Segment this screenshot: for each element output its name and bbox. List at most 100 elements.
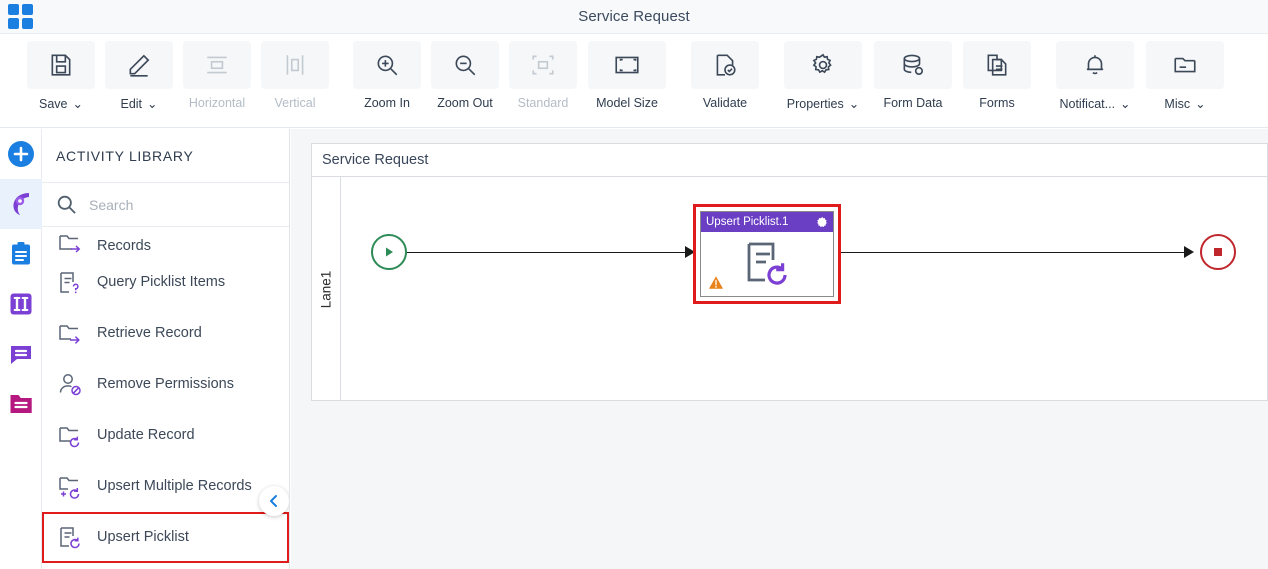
list-item-label: Remove Permissions xyxy=(97,375,234,392)
lane-header: Lane1 xyxy=(312,177,341,401)
align-horizontal-icon xyxy=(183,41,251,89)
update-record-icon xyxy=(56,423,84,449)
rail-item-tasks[interactable] xyxy=(0,229,42,279)
plus-circle-icon xyxy=(7,140,35,168)
rail-item-documents[interactable] xyxy=(0,379,42,429)
toolbar-edit-button[interactable]: Edit ⌄ xyxy=(100,38,178,124)
toolbar-save-label: Save xyxy=(39,96,68,111)
toolbar-validate-button[interactable]: Validate xyxy=(686,38,764,124)
lane-body: Upsert Picklist.1 xyxy=(341,177,1267,401)
activity-library-panel: ACTIVITY LIBRARY Records xyxy=(42,129,290,569)
gear-icon xyxy=(784,41,862,89)
lane-label-text: Lane1 xyxy=(318,270,334,308)
remove-permissions-icon xyxy=(56,372,84,398)
toolbar-standard-button[interactable]: Standard xyxy=(504,38,582,124)
toolbar-standard-label: Standard xyxy=(517,96,569,110)
list-item-remove-permissions[interactable]: Remove Permissions xyxy=(42,359,289,410)
page-title: Service Request xyxy=(578,8,690,25)
rail-item-messages[interactable] xyxy=(0,329,42,379)
zoom-in-icon xyxy=(353,41,421,89)
toolbar-forms-label: Forms xyxy=(979,96,1015,110)
edit-pencil-icon xyxy=(105,41,173,89)
toolbar-model-size-button[interactable]: Model Size xyxy=(582,38,672,124)
task-selection-border[interactable]: Upsert Picklist.1 xyxy=(693,204,841,304)
folder-icon xyxy=(8,391,34,417)
toolbar-notifications-button[interactable]: Notificat... ⌄ xyxy=(1050,38,1140,124)
list-item-records[interactable]: Records xyxy=(42,227,289,257)
toolbar-zoom-out-button[interactable]: Zoom Out xyxy=(426,38,504,124)
apps-grid-icon[interactable] xyxy=(8,4,34,30)
list-item-upsert-multiple-records[interactable]: Upsert Multiple Records xyxy=(42,461,289,512)
toolbar-horizontal-button[interactable]: Horizontal xyxy=(178,38,256,124)
stop-square-icon xyxy=(1211,245,1225,259)
save-icon xyxy=(27,41,95,89)
warning-triangle-icon xyxy=(708,275,724,291)
toolbar-notifications-label: Notificat... xyxy=(1059,96,1116,111)
process-swirl-icon xyxy=(7,190,35,218)
play-icon xyxy=(381,244,397,260)
list-item-query-picklist-items[interactable]: Query Picklist Items xyxy=(42,257,289,308)
rail-item-forms[interactable] xyxy=(0,279,42,329)
list-item-label: Retrieve Record xyxy=(97,324,202,341)
retrieve-record-icon xyxy=(56,321,84,347)
end-event[interactable] xyxy=(1200,234,1236,270)
list-item-label: Upsert Picklist xyxy=(97,528,189,545)
bell-icon xyxy=(1056,41,1134,89)
gear-icon[interactable] xyxy=(816,216,829,229)
rail-item-add[interactable] xyxy=(0,129,42,179)
task-header: Upsert Picklist.1 xyxy=(701,212,833,232)
forms-icon xyxy=(963,41,1031,89)
sequence-flow-2[interactable] xyxy=(841,252,1184,253)
rail-item-process-designer[interactable] xyxy=(0,179,42,229)
standard-size-icon xyxy=(509,41,577,89)
main-toolbar: Save ⌄ Edit ⌄ Horizontal Vertical Zoom I… xyxy=(0,34,1268,128)
columns-icon xyxy=(8,291,34,317)
list-item-upsert-picklist[interactable]: Upsert Picklist xyxy=(42,512,289,563)
list-item-retrieve-record[interactable]: Retrieve Record xyxy=(42,308,289,359)
retrieve-records-icon xyxy=(56,231,84,257)
activity-list: Records Query Picklist Items Retrieve Re… xyxy=(42,227,289,563)
zoom-out-icon xyxy=(431,41,499,89)
validate-icon xyxy=(691,41,759,89)
toolbar-zoom-in-button[interactable]: Zoom In xyxy=(348,38,426,124)
collapse-panel-button[interactable] xyxy=(259,486,289,516)
toolbar-save-button[interactable]: Save ⌄ xyxy=(22,38,100,124)
chat-icon xyxy=(8,341,34,367)
start-event[interactable] xyxy=(371,234,407,270)
toolbar-zoom-out-label: Zoom Out xyxy=(437,96,493,110)
query-picklist-icon xyxy=(56,270,84,296)
toolbar-properties-label: Properties xyxy=(786,96,844,111)
task-upsert-picklist-1[interactable]: Upsert Picklist.1 xyxy=(700,211,834,297)
chevron-down-icon: ⌄ xyxy=(147,97,158,111)
toolbar-misc-button[interactable]: Misc ⌄ xyxy=(1140,38,1230,124)
toolbar-vertical-button[interactable]: Vertical xyxy=(256,38,334,124)
toolbar-forms-button[interactable]: Forms xyxy=(958,38,1036,124)
list-item-label: Query Picklist Items xyxy=(97,273,226,290)
chevron-down-icon: ⌄ xyxy=(848,97,860,111)
model-size-icon xyxy=(588,41,666,89)
toolbar-zoom-in-label: Zoom In xyxy=(364,96,410,110)
list-item-update-record[interactable]: Update Record xyxy=(42,410,289,461)
sequence-flow-1[interactable] xyxy=(407,252,685,253)
sequence-flow-2-arrow xyxy=(1184,246,1194,258)
search-icon xyxy=(56,194,77,215)
list-item-label: Update Record xyxy=(97,426,195,443)
library-search-row[interactable] xyxy=(42,183,289,227)
list-item-label: Upsert Multiple Records xyxy=(97,477,252,494)
toolbar-form-data-label: Form Data xyxy=(883,96,943,110)
chevron-down-icon: ⌄ xyxy=(72,97,83,111)
toolbar-form-data-button[interactable]: Form Data xyxy=(868,38,958,124)
chevron-down-icon: ⌄ xyxy=(1195,97,1206,111)
search-input[interactable] xyxy=(89,196,259,213)
task-title: Upsert Picklist.1 xyxy=(706,216,789,228)
toolbar-misc-label: Misc xyxy=(1164,96,1191,111)
process-canvas[interactable]: Service Request Lane1 Upsert Picklist.1 xyxy=(291,129,1268,569)
toolbar-vertical-label: Vertical xyxy=(274,96,316,110)
title-bar: Service Request xyxy=(0,0,1268,34)
chevron-left-icon xyxy=(267,494,281,508)
task-body xyxy=(701,232,833,296)
icon-rail xyxy=(0,129,42,569)
toolbar-horizontal-label: Horizontal xyxy=(188,96,246,110)
toolbar-properties-button[interactable]: Properties ⌄ xyxy=(778,38,868,124)
upsert-picklist-icon xyxy=(741,238,793,290)
